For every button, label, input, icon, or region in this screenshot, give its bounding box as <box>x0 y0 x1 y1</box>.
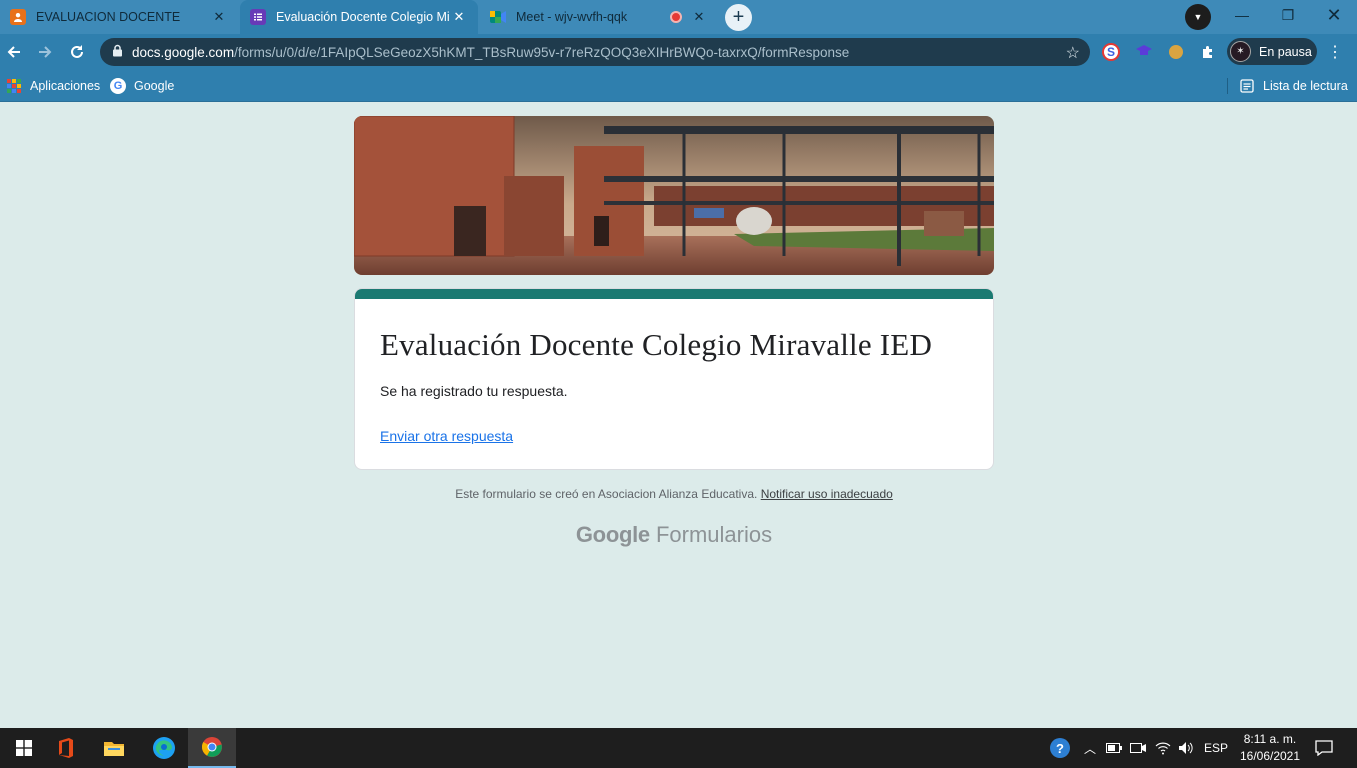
url-text[interactable]: docs.google.com/forms/u/0/d/e/1FAIpQLSeG… <box>132 45 1052 60</box>
reading-list-label: Lista de lectura <box>1263 79 1348 93</box>
more-menu-icon[interactable]: ⋮ <box>1325 40 1345 64</box>
battery-icon[interactable] <box>1103 728 1125 768</box>
tab-search-icon[interactable]: ▼ <box>1185 4 1211 30</box>
bookmark-label: Aplicaciones <box>30 79 101 93</box>
close-window-icon[interactable]: ✕ <box>1311 0 1357 30</box>
card-accent-bar <box>355 289 993 299</box>
apps-grid-icon <box>6 78 22 94</box>
profile-button[interactable]: ✶ En pausa <box>1227 38 1317 65</box>
tab-evaluacion-docente[interactable]: EVALUACION DOCENTE ✕ <box>0 0 238 34</box>
volume-icon[interactable] <box>1175 728 1197 768</box>
bookmark-star-icon[interactable]: ☆ <box>1066 43 1080 63</box>
confirmation-card: Evaluación Docente Colegio Miravalle IED… <box>354 288 994 470</box>
cookie-icon[interactable] <box>1166 42 1186 62</box>
google-icon: G <box>110 78 126 94</box>
clock[interactable]: 8:11 a. m. 16/06/2021 <box>1232 731 1308 765</box>
bookmark-apps[interactable]: Aplicaciones <box>6 76 100 96</box>
extension-s-icon[interactable]: S <box>1101 42 1121 62</box>
user-icon <box>10 9 26 25</box>
meet-icon <box>490 9 506 25</box>
recording-icon <box>670 11 682 23</box>
tab-title: Evaluación Docente Colegio Miravalle IED <box>276 10 450 24</box>
input-language[interactable]: ESP <box>1201 728 1231 768</box>
address-bar[interactable]: docs.google.com/forms/u/0/d/e/1FAIpQLSeG… <box>100 38 1090 66</box>
tab-title: EVALUACION DOCENTE <box>36 10 181 24</box>
lock-icon[interactable] <box>112 44 132 60</box>
url-host: docs.google.com <box>132 44 235 60</box>
tab-form-active[interactable]: Evaluación Docente Colegio Miravalle IED… <box>240 0 478 34</box>
submit-another-response-link[interactable]: Enviar otra respuesta <box>380 428 513 444</box>
bookmark-google[interactable]: G Google <box>110 76 174 96</box>
reading-list-icon <box>1239 78 1255 94</box>
brand-product: Formularios <box>655 522 773 547</box>
tab-title: Meet - wjv-wvfh-qqk <box>516 10 628 24</box>
avatar: ✶ <box>1230 41 1251 62</box>
office-icon[interactable] <box>42 728 90 768</box>
close-tab-icon[interactable]: ✕ <box>690 8 708 26</box>
tab-meet[interactable]: Meet - wjv-wvfh-qqk ✕ <box>480 0 718 34</box>
tab-strip: EVALUACION DOCENTE ✕ Evaluación Docente … <box>0 0 1357 34</box>
forms-icon <box>250 9 266 25</box>
meet-now-icon[interactable] <box>1127 728 1149 768</box>
forward-icon[interactable] <box>31 38 59 66</box>
help-icon[interactable]: ? <box>1047 728 1073 768</box>
clock-date: 16/06/2021 <box>1239 749 1301 763</box>
browser-toolbar: docs.google.com/forms/u/0/d/e/1FAIpQLSeG… <box>0 34 1357 97</box>
brand-google: Google <box>575 522 650 547</box>
windows-taskbar: ? ︿ ESP 8:11 a. m. 16/06/2021 <box>0 728 1357 768</box>
report-abuse-link[interactable]: Notificar uso inadecuado <box>761 487 893 501</box>
header-image <box>354 116 994 275</box>
back-icon[interactable] <box>0 38 28 66</box>
bookmarks-bar: Aplicaciones G Google Lista de lectura <box>0 70 1357 102</box>
puzzle-extensions-icon[interactable] <box>1198 42 1218 62</box>
confirmation-message: Se ha registrado tu respuesta. <box>380 383 568 399</box>
minimize-icon[interactable]: — <box>1219 0 1265 30</box>
file-explorer-icon[interactable] <box>90 728 138 768</box>
wifi-icon[interactable] <box>1152 728 1174 768</box>
close-tab-icon[interactable]: ✕ <box>210 8 228 26</box>
bookmark-label: Google <box>134 79 175 93</box>
close-tab-icon[interactable]: ✕ <box>450 8 468 26</box>
start-button[interactable] <box>0 728 48 768</box>
footer-text: Este formulario se creó en Asociacion Al… <box>455 487 758 501</box>
form-title: Evaluación Docente Colegio Miravalle IED <box>380 327 933 362</box>
notification-center-icon[interactable] <box>1311 728 1337 768</box>
url-path: /forms/u/0/d/e/1FAIpQLSeGeozX5hKMT_TBsRu… <box>234 44 850 60</box>
profile-label: En pausa <box>1259 44 1312 59</box>
reload-icon[interactable] <box>63 38 91 66</box>
chrome-icon[interactable] <box>188 728 236 768</box>
bookmarks-divider <box>1227 78 1228 94</box>
restore-icon[interactable]: ❐ <box>1265 0 1311 30</box>
edge-icon[interactable] <box>140 728 188 768</box>
chevron-up-icon[interactable]: ︿ <box>1080 728 1100 768</box>
extension-cap-icon[interactable] <box>1134 41 1154 61</box>
google-forms-logo[interactable]: Google Formularios <box>354 522 994 548</box>
form-footer: Este formulario se creó en Asociacion Al… <box>354 487 994 501</box>
new-tab-button[interactable]: + <box>725 4 752 31</box>
clock-time: 8:11 a. m. <box>1243 732 1297 746</box>
reading-list-button[interactable]: Lista de lectura <box>1239 76 1348 96</box>
